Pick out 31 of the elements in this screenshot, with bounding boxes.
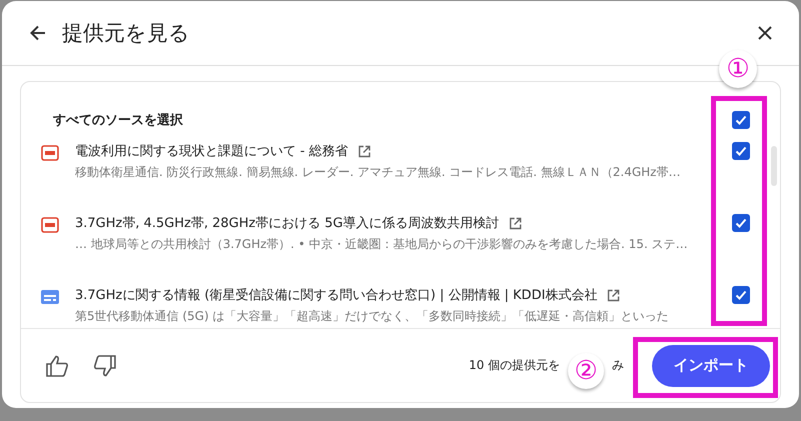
source-count-text: 10 個の提供元を	[468, 357, 560, 374]
source-title[interactable]: 電波利用に関する現状と課題について - 総務省	[75, 142, 348, 160]
source-snippet: 第5世代移動体通信 (5G) は「大容量」「超高速」だけでなく、「多数同時接続」「低遅延・高信頼」といった	[75, 308, 670, 325]
checkmark-icon	[734, 288, 748, 302]
checkmark-icon	[734, 216, 748, 230]
source-title[interactable]: 3.7GHzに関する情報 (衛星受信設備に関する問い合わせ窓口) | 公開情報 | KDDI株式会社	[75, 286, 598, 304]
checkmark-icon	[734, 113, 748, 127]
annotation-number: ②	[568, 352, 604, 388]
select-all-label: すべてのソースを選択	[52, 112, 184, 129]
source-title[interactable]: 3.7GHz帯, 4.5GHz帯, 28GHz帯における 5G導入に係る周波数共用検討	[75, 214, 499, 232]
external-link-icon[interactable]	[607, 288, 620, 302]
scrollbar-thumb[interactable]	[771, 146, 777, 186]
web-page-icon	[41, 289, 59, 305]
thumbs-up-icon[interactable]	[45, 354, 69, 376]
external-link-icon[interactable]	[358, 144, 371, 158]
dialog-title: 提供元を見る	[62, 20, 190, 47]
thumbs-down-icon[interactable]	[93, 354, 117, 376]
pdf-file-icon	[41, 145, 59, 161]
select-all-checkbox[interactable]	[732, 111, 750, 129]
source-checkbox[interactable]	[732, 142, 750, 160]
source-snippet: 移動体衛星通信. 防災行政無線. 簡易無線. レーダー. アマチュア無線. コードレス電話. 無線ＬＡＮ（2.4GHz帯…	[75, 164, 682, 181]
source-snippet: … 地球局等との共用検討（3.7GHz帯）. • 中京・近畿圏：基地局からの干渉影響のみを考慮した場合. 15. ステ…	[75, 236, 689, 253]
pdf-file-icon	[41, 217, 59, 233]
checkmark-icon	[734, 144, 748, 158]
source-checkbox[interactable]	[732, 214, 750, 232]
close-icon[interactable]	[757, 25, 773, 41]
source-count-text: み	[612, 357, 624, 374]
external-link-icon[interactable]	[508, 216, 522, 230]
import-button[interactable]: インポート	[652, 344, 770, 386]
back-arrow-icon[interactable]	[28, 23, 48, 43]
source-checkbox[interactable]	[732, 286, 750, 304]
